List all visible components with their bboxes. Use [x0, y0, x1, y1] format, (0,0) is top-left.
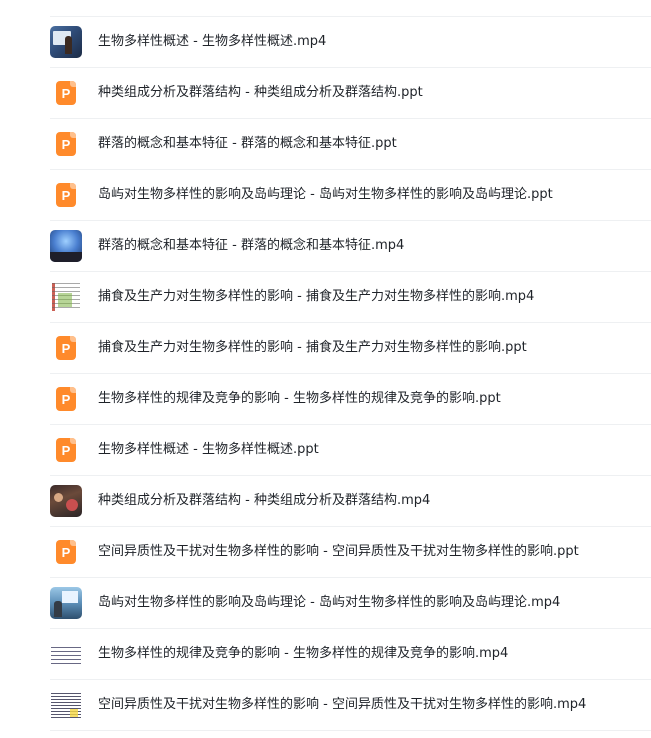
ppt-file-icon: P [50, 332, 82, 364]
file-name: 群落的概念和基本特征 - 群落的概念和基本特征.mp4 [98, 238, 405, 253]
video-thumbnail [50, 26, 82, 58]
file-row-mp4[interactable]: 群落的概念和基本特征 - 群落的概念和基本特征.mp4 [50, 221, 651, 272]
ppt-icon-letter: P [61, 86, 71, 101]
ppt-file-icon: P [50, 77, 82, 109]
file-row-mp4[interactable]: 生物多样性概述 - 生物多样性概述.mp4 [50, 17, 651, 68]
video-thumbnail-image [50, 689, 82, 721]
file-name: 岛屿对生物多样性的影响及岛屿理论 - 岛屿对生物多样性的影响及岛屿理论.ppt [98, 187, 553, 202]
video-thumbnail-image [50, 26, 82, 58]
file-row-ppt[interactable]: P 生物多样性的规律及竞争的影响 - 生物多样性的规律及竞争的影响.ppt [50, 374, 651, 425]
file-name: 种类组成分析及群落结构 - 种类组成分析及群落结构.ppt [98, 85, 423, 100]
file-row-ppt[interactable]: P 岛屿对生物多样性的影响及岛屿理论 - 岛屿对生物多样性的影响及岛屿理论.pp… [50, 170, 651, 221]
file-list: 生物多样性概述 - 生物多样性概述.mp4 P 种类组成分析及群落结构 - 种类… [50, 16, 651, 731]
file-row-mp4[interactable]: 岛屿对生物多样性的影响及岛屿理论 - 岛屿对生物多样性的影响及岛屿理论.mp4 [50, 578, 651, 629]
file-row-ppt[interactable]: P 生物多样性概述 - 生物多样性概述.ppt [50, 425, 651, 476]
file-row-mp4[interactable]: 种类组成分析及群落结构 - 种类组成分析及群落结构.mp4 [50, 476, 651, 527]
video-thumbnail-image [50, 638, 82, 670]
ppt-icon-letter: P [61, 137, 71, 152]
file-name: 生物多样性概述 - 生物多样性概述.mp4 [98, 34, 327, 49]
file-name: 生物多样性概述 - 生物多样性概述.ppt [98, 442, 319, 457]
video-thumbnail-image [50, 230, 82, 262]
file-row-mp4[interactable]: 捕食及生产力对生物多样性的影响 - 捕食及生产力对生物多样性的影响.mp4 [50, 272, 651, 323]
ppt-file-icon: P [50, 383, 82, 415]
file-row-ppt[interactable]: P 捕食及生产力对生物多样性的影响 - 捕食及生产力对生物多样性的影响.ppt [50, 323, 651, 374]
file-row-mp4[interactable]: 空间异质性及干扰对生物多样性的影响 - 空间异质性及干扰对生物多样性的影响.mp… [50, 680, 651, 731]
file-row-ppt[interactable]: P 种类组成分析及群落结构 - 种类组成分析及群落结构.ppt [50, 68, 651, 119]
video-thumbnail [50, 638, 82, 670]
file-name: 空间异质性及干扰对生物多样性的影响 - 空间异质性及干扰对生物多样性的影响.mp… [98, 697, 587, 712]
file-name: 空间异质性及干扰对生物多样性的影响 - 空间异质性及干扰对生物多样性的影响.pp… [98, 544, 579, 559]
file-row-ppt[interactable]: P 空间异质性及干扰对生物多样性的影响 - 空间异质性及干扰对生物多样性的影响.… [50, 527, 651, 578]
ppt-icon-letter: P [61, 545, 71, 560]
ppt-file-icon: P [50, 434, 82, 466]
ppt-file-icon: P [50, 536, 82, 568]
ppt-icon-letter: P [61, 443, 71, 458]
ppt-icon-letter: P [61, 188, 71, 203]
ppt-icon-letter: P [61, 341, 71, 356]
file-name: 生物多样性的规律及竞争的影响 - 生物多样性的规律及竞争的影响.ppt [98, 391, 501, 406]
file-name: 捕食及生产力对生物多样性的影响 - 捕食及生产力对生物多样性的影响.ppt [98, 340, 527, 355]
file-name: 种类组成分析及群落结构 - 种类组成分析及群落结构.mp4 [98, 493, 431, 508]
video-thumbnail [50, 281, 82, 313]
video-thumbnail [50, 587, 82, 619]
video-thumbnail [50, 485, 82, 517]
ppt-icon-letter: P [61, 392, 71, 407]
video-thumbnail-image [50, 281, 82, 313]
file-name: 捕食及生产力对生物多样性的影响 - 捕食及生产力对生物多样性的影响.mp4 [98, 289, 535, 304]
video-thumbnail-image [50, 485, 82, 517]
file-row-ppt[interactable]: P 群落的概念和基本特征 - 群落的概念和基本特征.ppt [50, 119, 651, 170]
video-thumbnail-image [50, 587, 82, 619]
file-name: 岛屿对生物多样性的影响及岛屿理论 - 岛屿对生物多样性的影响及岛屿理论.mp4 [98, 595, 561, 610]
file-name: 生物多样性的规律及竞争的影响 - 生物多样性的规律及竞争的影响.mp4 [98, 646, 509, 661]
video-thumbnail [50, 689, 82, 721]
ppt-file-icon: P [50, 128, 82, 160]
video-thumbnail [50, 230, 82, 262]
ppt-file-icon: P [50, 179, 82, 211]
file-name: 群落的概念和基本特征 - 群落的概念和基本特征.ppt [98, 136, 397, 151]
file-row-mp4[interactable]: 生物多样性的规律及竞争的影响 - 生物多样性的规律及竞争的影响.mp4 [50, 629, 651, 680]
